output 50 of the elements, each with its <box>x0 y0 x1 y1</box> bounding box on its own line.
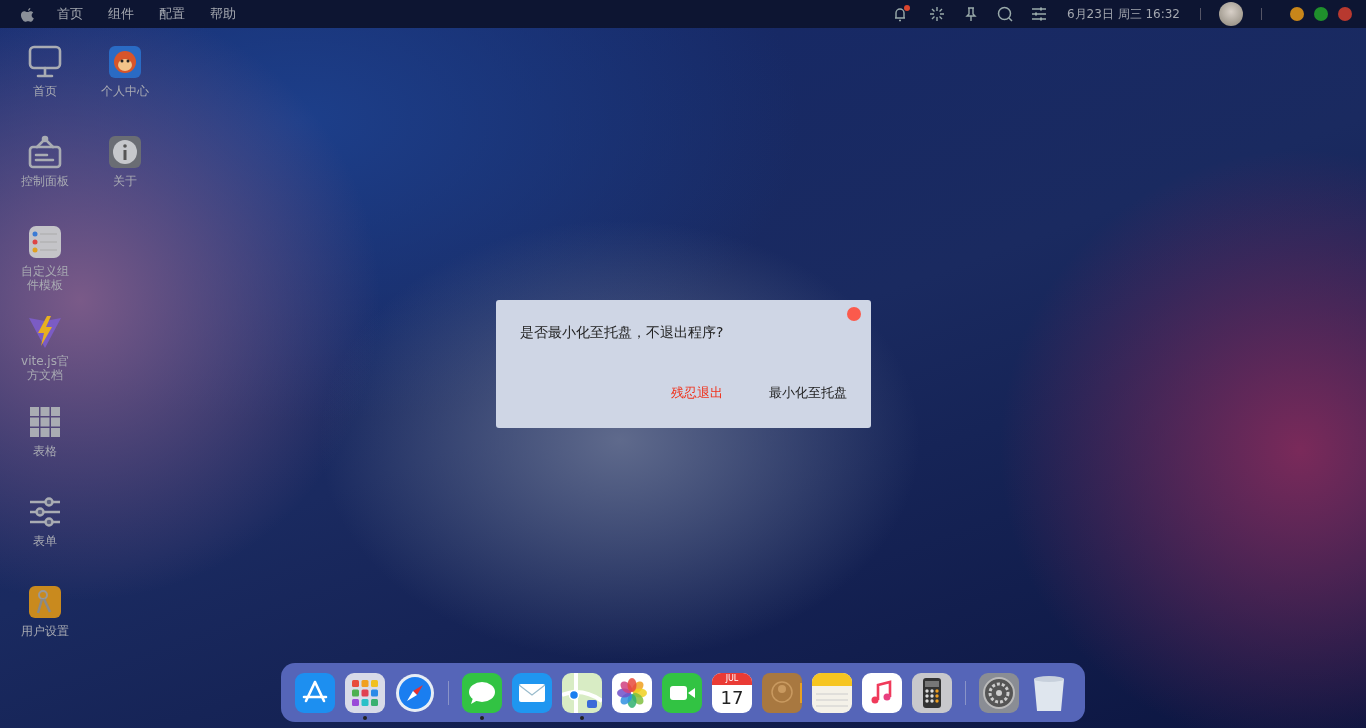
desktop-icon-label[interactable]: 自定义组件模板 <box>19 264 71 292</box>
chat-bubble-icon[interactable] <box>462 672 502 713</box>
menu-item[interactable]: 帮助 <box>210 5 236 23</box>
envelope-icon[interactable] <box>512 672 552 713</box>
search-icon[interactable] <box>996 6 1013 22</box>
date-time: 6月23日 周三 16:32 <box>1066 5 1180 23</box>
window-control[interactable] <box>1314 7 1328 21</box>
video-camera-icon[interactable] <box>662 672 702 713</box>
calendar-month: JUL <box>725 673 739 684</box>
desktop-icon-label[interactable]: 关于 <box>99 174 151 188</box>
loading-icon[interactable] <box>928 6 945 22</box>
menu-item[interactable]: 首页 <box>57 5 83 23</box>
grid-icon[interactable] <box>28 405 62 439</box>
map-icon[interactable] <box>562 672 602 713</box>
calendar-icon[interactable] <box>712 672 752 713</box>
sliders-icon[interactable] <box>28 495 62 529</box>
pin-icon[interactable] <box>962 6 979 22</box>
app-grid-icon[interactable] <box>345 672 385 713</box>
app-store-icon[interactable] <box>295 672 335 713</box>
compass-icon[interactable] <box>395 672 435 713</box>
calendar-day: 17 <box>720 687 744 708</box>
avatar[interactable] <box>1219 2 1243 26</box>
calculator-icon[interactable] <box>912 672 952 713</box>
dialog-button[interactable]: 最小化至托盘 <box>757 380 859 406</box>
cartoon-face-icon[interactable] <box>108 45 142 79</box>
desktop-icon-label[interactable]: vite.js官方文档 <box>19 354 71 382</box>
dialog-message: 是否最小化至托盘，不退出程序? <box>520 324 725 342</box>
desktop-icon-label[interactable]: 用户设置 <box>19 624 71 638</box>
list-icon[interactable] <box>28 225 62 259</box>
desktop-icon-label[interactable]: 控制面板 <box>19 174 71 188</box>
notepad-icon[interactable] <box>812 672 852 713</box>
menu-item[interactable]: 组件 <box>108 5 134 23</box>
monitor-icon[interactable] <box>28 45 62 79</box>
dialog-button[interactable]: 残忍退出 <box>659 380 735 406</box>
info-icon[interactable] <box>108 135 142 169</box>
desktop-icon-label[interactable]: 表格 <box>19 444 71 458</box>
sliders-icon[interactable] <box>1030 6 1047 22</box>
keys-icon[interactable] <box>28 585 62 619</box>
apple-logo-icon[interactable] <box>20 5 35 23</box>
window-control[interactable] <box>1338 7 1352 21</box>
desktop-icon-label[interactable]: 表单 <box>19 534 71 548</box>
lightning-logo-icon[interactable] <box>28 315 62 349</box>
desktop-icon-label[interactable]: 首页 <box>19 84 71 98</box>
flower-icon[interactable] <box>612 672 652 713</box>
hanging-sign-icon[interactable] <box>28 135 62 169</box>
settings-icon[interactable] <box>979 672 1019 713</box>
desktop-icon-label[interactable]: 个人中心 <box>99 84 151 98</box>
window-control[interactable] <box>1290 7 1304 21</box>
music-note-icon[interactable] <box>862 672 902 713</box>
menu-item[interactable]: 配置 <box>159 5 185 23</box>
